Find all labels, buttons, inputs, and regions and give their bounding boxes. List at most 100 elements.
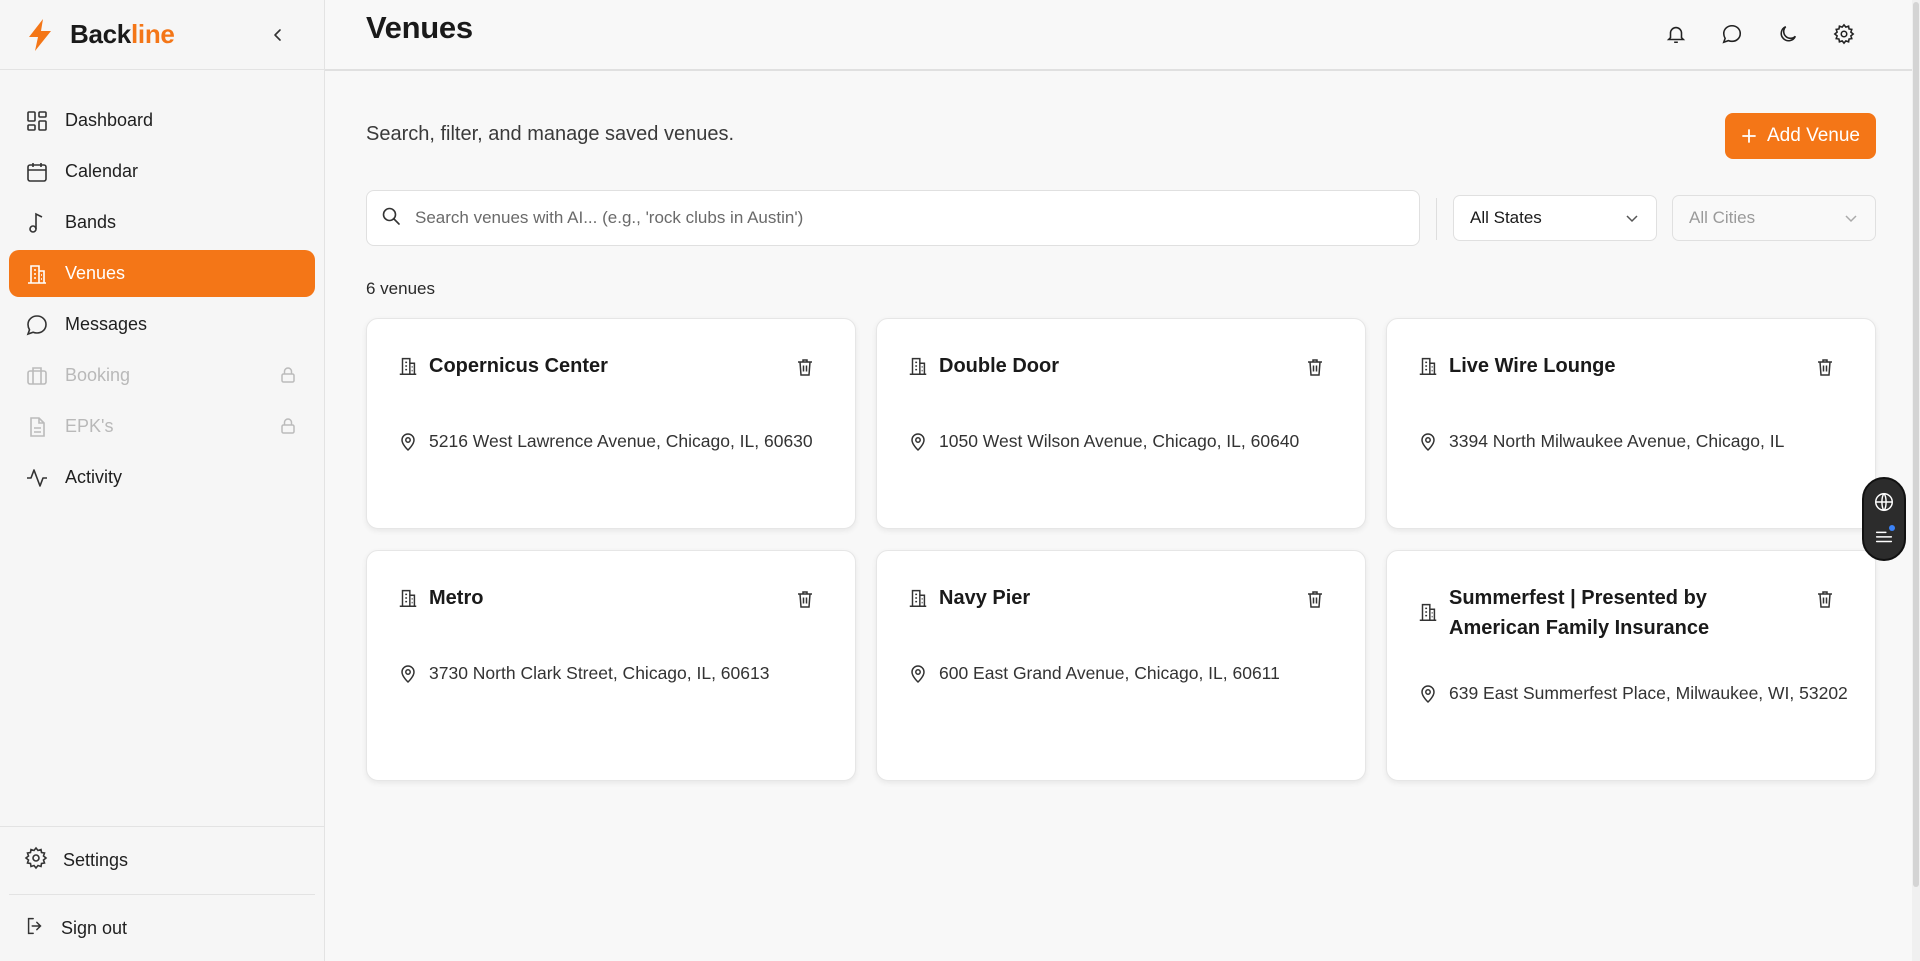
delete-venue-button[interactable] — [1303, 355, 1327, 379]
scrollbar-thumb[interactable] — [1913, 2, 1919, 887]
sidebar-item-bands[interactable]: Bands — [9, 199, 315, 246]
sidebar-item-settings[interactable]: Settings — [0, 826, 324, 894]
sign-out-icon — [24, 915, 46, 942]
venue-card[interactable]: Summerfest | Presented by American Famil… — [1386, 550, 1876, 781]
lock-icon — [277, 415, 299, 437]
settings-button[interactable] — [1824, 14, 1864, 54]
trash-icon — [1308, 591, 1322, 608]
delete-venue-button[interactable] — [793, 587, 817, 611]
plus-icon — [1741, 128, 1757, 144]
building-icon — [1417, 601, 1439, 623]
add-venue-button[interactable]: Add Venue — [1725, 113, 1876, 159]
sign-out-label: Sign out — [61, 917, 128, 938]
venue-card[interactable]: Metro 3730 North Clark Street, Chicago, … — [366, 550, 856, 781]
lock-icon — [277, 364, 299, 386]
venue-name: Metro — [429, 587, 484, 609]
map-pin-icon — [1418, 432, 1438, 452]
delete-venue-button[interactable] — [793, 355, 817, 379]
venue-address: 3394 North Milwaukee Avenue, Chicago, IL — [1449, 431, 1785, 451]
city-filter-value: All Cities — [1689, 208, 1756, 227]
sidebar-item-booking[interactable]: Booking — [9, 352, 315, 399]
settings-label: Settings — [63, 850, 129, 870]
chevron-down-icon — [1624, 210, 1640, 226]
page-subtitle: Search, filter, and manage saved venues. — [366, 123, 735, 145]
sidebar-item-label: EPK's — [65, 416, 114, 436]
top-actions — [1656, 14, 1864, 54]
venue-address: 639 East Summerfest Place, Milwaukee, WI… — [1449, 683, 1848, 703]
sidebar-item-epks[interactable]: EPK's — [9, 403, 315, 450]
venue-card[interactable]: Copernicus Center 5216 West Lawrence Ave… — [366, 318, 856, 529]
document-icon — [24, 414, 50, 440]
top-bar: Venues — [325, 0, 1920, 71]
language-button[interactable] — [1869, 487, 1899, 517]
sidebar-item-dashboard[interactable]: Dashboard — [9, 97, 315, 144]
brand-name: Backline — [70, 19, 175, 49]
state-filter-value: All States — [1470, 208, 1542, 227]
venue-name: Live Wire Lounge — [1449, 355, 1616, 377]
trash-icon — [1308, 359, 1322, 376]
venue-address: 1050 West Wilson Avenue, Chicago, IL, 60… — [939, 431, 1300, 451]
gear-icon — [24, 846, 48, 875]
sidebar-item-activity[interactable]: Activity — [9, 454, 315, 501]
sidebar-item-label: Activity — [65, 467, 123, 487]
chat-bubble-icon — [24, 312, 50, 338]
delete-venue-button[interactable] — [1813, 355, 1837, 379]
venue-name: Summerfest | Presented by American Famil… — [1449, 587, 1710, 639]
floating-assistant-widget — [1862, 477, 1906, 561]
building-icon — [1417, 355, 1439, 377]
sidebar-item-messages[interactable]: Messages — [9, 301, 315, 348]
sign-out-button[interactable]: Sign out — [0, 895, 324, 961]
music-note-icon — [24, 210, 50, 236]
venue-card[interactable]: Navy Pier 600 East Grand Avenue, Chicago… — [876, 550, 1366, 781]
city-filter-select[interactable]: All Cities — [1672, 195, 1876, 241]
theme-toggle-button[interactable] — [1768, 14, 1808, 54]
venue-address: 600 East Grand Avenue, Chicago, IL, 6061… — [939, 663, 1280, 683]
messages-button[interactable] — [1712, 14, 1752, 54]
venue-card[interactable]: Double Door 1050 West Wilson Avenue, Chi… — [876, 318, 1366, 529]
collapse-sidebar-button[interactable] — [262, 19, 294, 51]
chevron-left-icon — [274, 29, 281, 41]
building-icon — [907, 355, 929, 377]
venue-name: Navy Pier — [939, 587, 1031, 609]
task-list-button[interactable] — [1869, 521, 1899, 551]
sidebar-footer: Settings Sign out — [0, 826, 324, 961]
map-pin-icon — [398, 432, 418, 452]
sidebar-item-label: Dashboard — [65, 110, 154, 130]
sidebar-item-calendar[interactable]: Calendar — [9, 148, 315, 195]
trash-icon — [798, 591, 812, 608]
sidebar-nav: Dashboard Calendar Bands Venues Messages — [0, 70, 324, 501]
page-title: Venues — [366, 10, 473, 45]
venue-card[interactable]: Live Wire Lounge 3394 North Milwaukee Av… — [1386, 318, 1876, 529]
building-icon — [397, 355, 419, 377]
page-scrollbar[interactable] — [1912, 0, 1920, 961]
gear-icon — [1833, 23, 1855, 45]
venue-count: 6 venues — [366, 279, 435, 298]
sidebar-item-label: Calendar — [65, 161, 139, 181]
delete-venue-button[interactable] — [1813, 587, 1837, 611]
state-filter-select[interactable]: All States — [1453, 195, 1657, 241]
notification-dot — [1889, 525, 1895, 531]
sidebar-item-label: Bands — [65, 212, 117, 232]
lightning-bolt-logo-icon — [22, 17, 58, 53]
map-pin-icon — [398, 664, 418, 684]
delete-venue-button[interactable] — [1303, 587, 1327, 611]
bell-icon — [1666, 26, 1686, 44]
chat-bubble-icon — [1722, 24, 1742, 44]
activity-pulse-icon — [24, 465, 50, 491]
trash-icon — [1818, 591, 1832, 608]
venue-name: Copernicus Center — [429, 355, 608, 377]
notifications-button[interactable] — [1656, 14, 1696, 54]
building-icon — [397, 587, 419, 609]
chevron-down-icon — [1843, 210, 1859, 226]
search-bar — [366, 190, 1420, 246]
sidebar-item-venues[interactable]: Venues — [9, 250, 315, 297]
globe-icon — [1875, 492, 1893, 512]
search-input[interactable] — [415, 208, 1395, 228]
building-icon — [24, 261, 50, 287]
filter-divider — [1436, 198, 1437, 240]
search-icon — [381, 206, 401, 231]
venue-name: Double Door — [939, 355, 1059, 377]
trash-icon — [1818, 359, 1832, 376]
calendar-icon — [24, 159, 50, 185]
brand-header: Backline — [0, 0, 324, 70]
